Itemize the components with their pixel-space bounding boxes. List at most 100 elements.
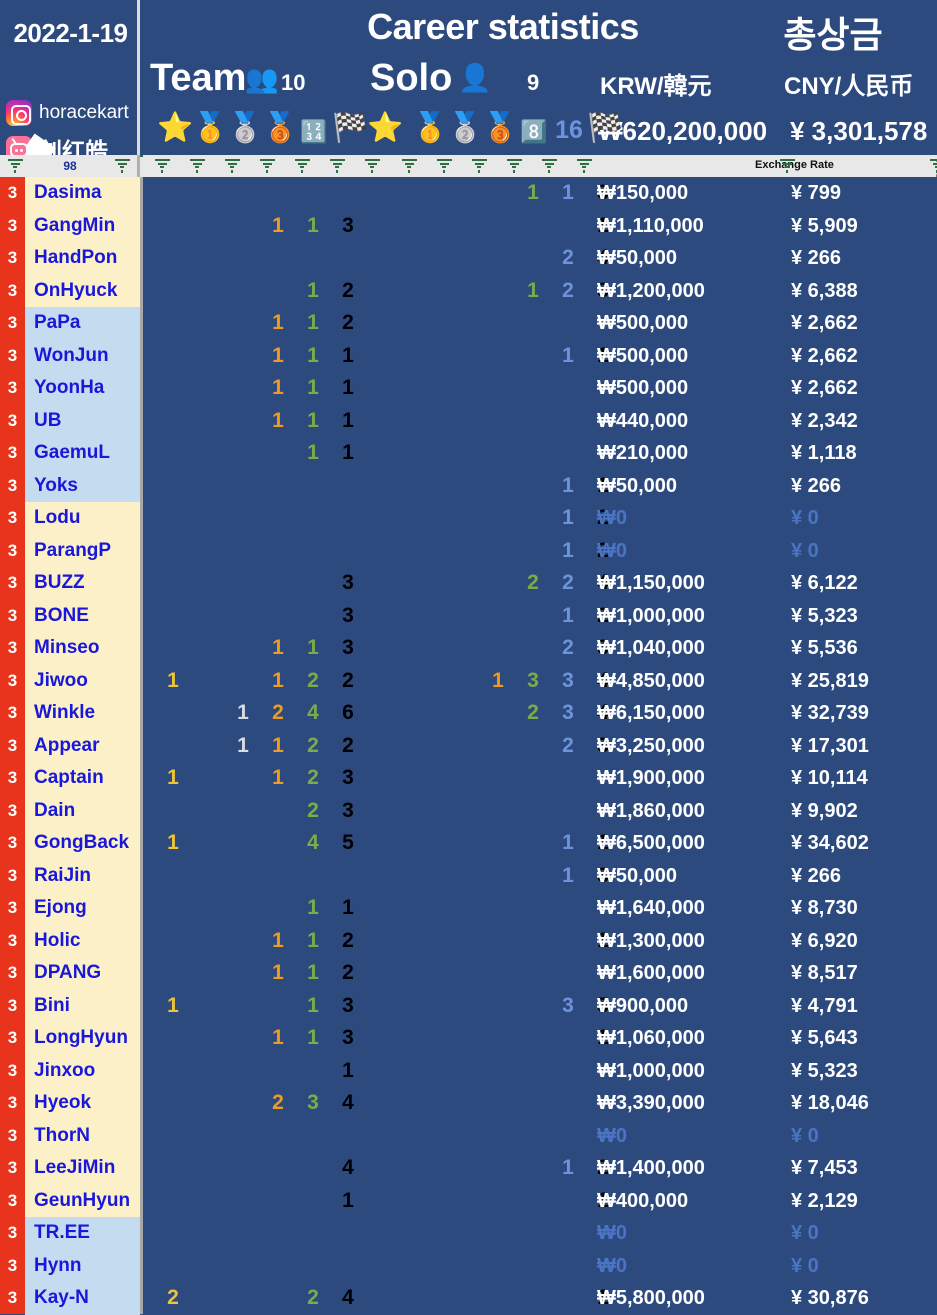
stat-cell-t-flag: 2 xyxy=(342,278,354,302)
header-icon-team-silver-medal-icon: 🥈 xyxy=(227,112,264,144)
table-row: 1 2 ₩0 ¥ 0 xyxy=(143,535,937,568)
prize-cny-cell: ¥ 7,453 xyxy=(791,1157,858,1179)
player-name-cell[interactable]: Hynn xyxy=(25,1249,140,1282)
filter-funnel-col-10[interactable] xyxy=(470,159,488,174)
row-number: 3 xyxy=(7,638,18,657)
table-row: 1 1 ₩50,000 ¥ 266 xyxy=(143,470,937,503)
table-row: 1 1 3 ₩150,000 ¥ 799 xyxy=(143,177,937,210)
filter-funnel-rownum[interactable] xyxy=(6,159,24,174)
filter-bar-right: Exchange Rate ¥ 0.005323 xyxy=(143,155,937,183)
player-name-cell[interactable]: LeeJiMin xyxy=(25,1152,140,1185)
table-row: 1 1 1 1 1 ₩500,000 ¥ 2,662 xyxy=(143,340,937,373)
prize-cny-cell: ¥ 2,662 xyxy=(791,344,858,367)
player-name-cell[interactable]: Holic xyxy=(25,924,140,957)
row-number: 3 xyxy=(7,313,18,332)
filter-funnel-col-8[interactable] xyxy=(400,159,418,174)
player-name-cell[interactable]: LongHyun xyxy=(25,1022,140,1055)
stat-cell-t-bronze: 1 xyxy=(272,668,284,692)
stat-cell-t-silver: 1 xyxy=(237,733,249,757)
player-name-cell[interactable]: HandPon xyxy=(25,242,140,275)
player-name-cell[interactable]: Appear xyxy=(25,729,140,762)
player-name-cell[interactable]: WonJun xyxy=(25,339,140,372)
table-row: 4 1 2 ₩1,400,000 ¥ 7,453 xyxy=(143,1152,937,1185)
prize-cny-cell: ¥ 32,739 xyxy=(791,702,869,724)
player-name-cell[interactable]: Captain xyxy=(25,762,140,795)
player-name-cell[interactable]: RaiJin xyxy=(25,859,140,892)
name-column: Dasima GangMin HandPon OnHyuck PaPa WonJun Yoo… xyxy=(25,177,140,1315)
player-name-cell[interactable]: PaPa xyxy=(25,307,140,340)
player-name-cell[interactable]: ParangP xyxy=(25,534,140,567)
player-name-cell[interactable]: GeunHyun xyxy=(25,1184,140,1217)
player-name-cell[interactable]: Dasima xyxy=(25,177,140,210)
player-name-cell[interactable]: GongBack xyxy=(25,827,140,860)
player-name-cell[interactable]: GaemuL xyxy=(25,437,140,470)
player-name-cell[interactable]: BUZZ xyxy=(25,567,140,600)
player-name-cell[interactable]: Kay-N xyxy=(25,1282,140,1315)
table-row: 2 4 ₩50,000 ¥ 266 xyxy=(143,242,937,275)
player-name-cell[interactable]: Minseo xyxy=(25,632,140,665)
stat-cell-s-16: 1 xyxy=(562,1156,574,1179)
player-name-cell[interactable]: ThorN xyxy=(25,1119,140,1152)
player-name-cell[interactable]: GangMin xyxy=(25,209,140,242)
player-name-cell[interactable]: Jiwoo xyxy=(25,664,140,697)
stat-cell-t-1234: 2 xyxy=(307,733,319,757)
filter-funnel-col-12[interactable] xyxy=(540,159,558,174)
row-number: 3 xyxy=(7,670,18,690)
player-name-cell[interactable]: BONE xyxy=(25,599,140,632)
stat-cell-s-8: 2 xyxy=(527,701,539,724)
prize-cny-cell: ¥ 2,129 xyxy=(791,1189,858,1212)
filter-funnel-col-9[interactable] xyxy=(435,159,453,174)
prize-cny-cell: ¥ 30,876 xyxy=(791,1287,869,1309)
filter-bar-left: 98 xyxy=(0,155,140,177)
filter-funnel-col-5[interactable] xyxy=(293,159,311,174)
filter-funnel-col-6[interactable] xyxy=(328,159,346,174)
player-name-cell[interactable]: Lodu xyxy=(25,502,140,535)
filter-funnel-col-3[interactable] xyxy=(223,159,241,174)
prize-krw-cell: ₩1,000,000 xyxy=(597,604,705,627)
prize-cny-cell: ¥ 5,643 xyxy=(791,1027,858,1049)
filter-funnel-col-15[interactable] xyxy=(928,159,937,174)
table-row: ₩0 ¥ 0 xyxy=(143,1120,937,1153)
player-name-cell[interactable]: Jinxoo xyxy=(25,1054,140,1087)
filter-funnel-col-4[interactable] xyxy=(258,159,276,174)
prize-krw-cell: ₩4,850,000 xyxy=(597,669,705,692)
filter-funnel-col-2[interactable] xyxy=(188,159,206,174)
player-name-cell[interactable]: Bini xyxy=(25,989,140,1022)
stat-cell-t-1234: 1 xyxy=(307,961,319,984)
stat-cell-t-1234: 1 xyxy=(307,993,319,1017)
player-name-cell[interactable]: Winkle xyxy=(25,697,140,730)
filter-funnel-col-11[interactable] xyxy=(505,159,523,174)
player-name-cell[interactable]: TR.EE xyxy=(25,1217,140,1250)
player-name-cell[interactable]: Dain xyxy=(25,794,140,827)
stat-cell-s-16: 1 xyxy=(562,831,574,854)
row-number: 3 xyxy=(7,475,18,495)
filter-funnel-col-7[interactable] xyxy=(363,159,381,174)
player-name-cell[interactable]: DPANG xyxy=(25,957,140,990)
player-name-cell[interactable]: Hyeok xyxy=(25,1087,140,1120)
stat-cell-t-1234: 1 xyxy=(307,928,319,952)
filter-bar[interactable]: 98 Exchange Rate ¥ 0.005323 xyxy=(0,155,937,183)
row-number: 3 xyxy=(7,1190,18,1210)
prize-krw-cell: ₩50,000 xyxy=(597,864,678,887)
player-name-cell[interactable]: OnHyuck xyxy=(25,274,140,307)
stat-cell-s-8: 3 xyxy=(527,668,539,692)
stat-cell-s-16: 1 xyxy=(562,473,574,497)
filter-funnel-col-14[interactable] xyxy=(778,159,796,174)
prize-krw-cell: ₩50,000 xyxy=(597,247,678,269)
filter-funnel-name[interactable] xyxy=(113,159,131,174)
prize-krw-cell: ₩1,860,000 xyxy=(597,799,705,822)
prize-krw-cell: ₩1,300,000 xyxy=(597,929,705,952)
prize-krw-cell: ₩1,060,000 xyxy=(597,1027,705,1049)
row-number: 3 xyxy=(7,768,18,787)
player-name-cell[interactable]: Yoks xyxy=(25,469,140,502)
player-name-cell[interactable]: Ejong xyxy=(25,892,140,925)
prize-cny-cell: ¥ 4,791 xyxy=(791,994,858,1017)
table-row: 1 1 2 2 2 3 ₩3,250,000 ¥ 17,301 xyxy=(143,730,937,763)
filter-funnel-col-1[interactable] xyxy=(153,159,171,174)
stat-cell-t-bronze: 1 xyxy=(272,928,284,952)
stat-cell-t-star: 1 xyxy=(167,831,179,854)
player-name-cell[interactable]: YoonHa xyxy=(25,372,140,405)
statistics-table: 3 3 3 3 3 3 3 3 3 3 3 3 3 3 3 3 3 3 3 3 3 3 3 3 3 3 3 3 3 3 3 3 3 3 3 Dasi… xyxy=(0,177,937,1315)
player-name-cell[interactable]: UB xyxy=(25,404,140,437)
filter-funnel-col-13[interactable] xyxy=(575,159,593,174)
